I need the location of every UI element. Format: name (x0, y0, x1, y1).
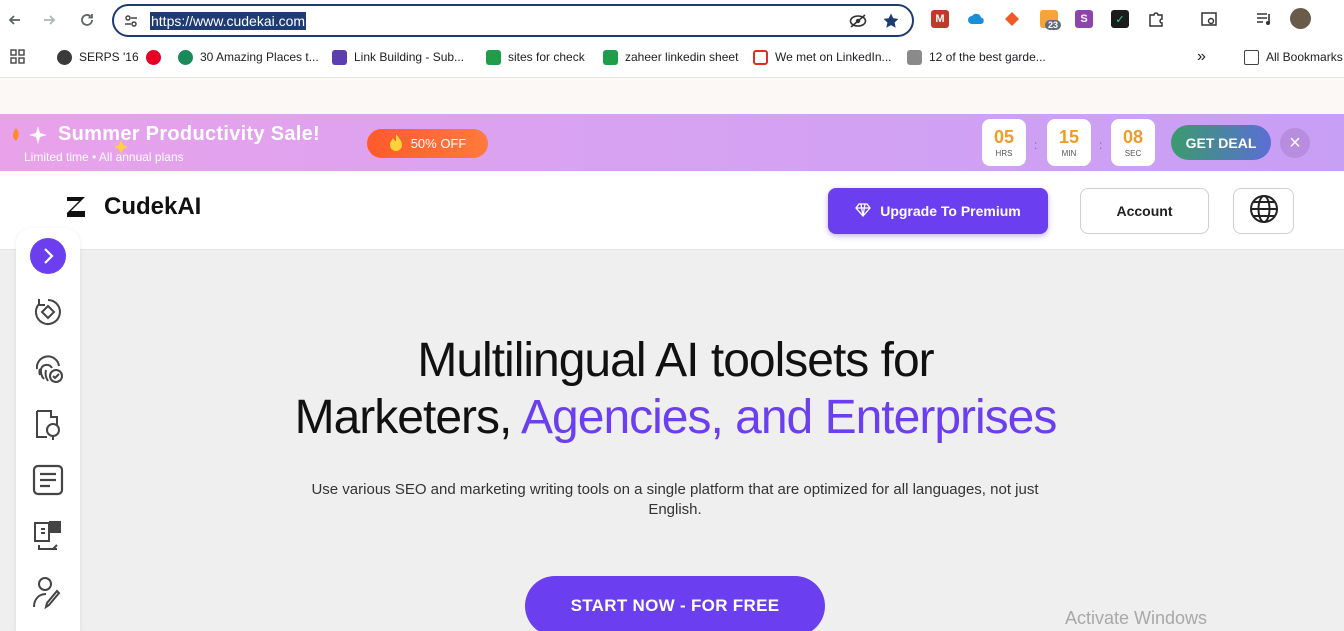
sheets-favicon-icon (486, 49, 501, 65)
puzzle-icon[interactable] (1147, 10, 1165, 28)
countdown-seconds: 08 SEC (1111, 119, 1155, 166)
hero-heading-accent: Agencies, and Enterprises (521, 391, 1057, 444)
bookmark-item[interactable]: We met on LinkedIn... (753, 48, 892, 66)
countdown-value: 08 (1122, 127, 1144, 147)
bookmark-star-icon[interactable] (882, 12, 900, 35)
rotate-diamond-icon (31, 295, 65, 334)
language-button[interactable] (1233, 188, 1294, 234)
profile-avatar[interactable] (1290, 8, 1311, 29)
forward-icon[interactable] (37, 8, 61, 32)
sidebar-item-summarizer[interactable] (26, 460, 70, 504)
bookmark-item[interactable]: zaheer linkedin sheet (603, 48, 738, 66)
sidebar-item-converter[interactable] (26, 516, 70, 560)
bookmark-item[interactable]: SERPS '16 (57, 48, 139, 66)
address-bar[interactable]: https://www.cudekai.com (112, 4, 914, 37)
media-control-icon[interactable] (1255, 10, 1273, 28)
discount-label: 50% OFF (410, 136, 467, 151)
hero-heading-line1: Multilingual AI toolsets for (417, 334, 934, 387)
browser-chrome: https://www.cudekai.com M 23 S ✓ SERPS '… (0, 0, 1344, 78)
s-extension-icon[interactable]: S (1075, 10, 1093, 28)
bookmark-label: SERPS '16 (79, 50, 139, 64)
countdown-unit: HRS (995, 149, 1013, 158)
folder-icon (1244, 49, 1259, 65)
user-pen-icon (31, 575, 65, 614)
sidebar-item-writer[interactable] (26, 572, 70, 616)
file-convert-icon (31, 519, 65, 558)
close-icon[interactable]: × (1280, 128, 1310, 158)
diamond-icon (855, 202, 872, 220)
countdown-unit: SEC (1124, 149, 1142, 158)
sidebar-item-paraphrase[interactable] (26, 292, 70, 336)
countdown-value: 15 (1058, 127, 1080, 147)
flame-icon (389, 133, 403, 154)
countdown-separator: : (1099, 138, 1103, 152)
bookmarks-overflow[interactable]: » (1197, 48, 1206, 66)
bookmark-item[interactable]: 12 of the best garde... (907, 48, 1046, 66)
activate-windows-watermark: Activate Windows (1065, 608, 1208, 628)
site-settings-icon[interactable] (124, 14, 138, 33)
countdown-unit: MIN (1061, 149, 1077, 158)
top-strip (0, 78, 1344, 114)
bookmark-item[interactable]: sites for check (486, 48, 585, 66)
start-free-button[interactable]: START NOW - FOR FREE (525, 576, 825, 631)
countdown-hours: 05 HRS (982, 119, 1026, 166)
all-bookmarks[interactable]: All Bookmarks (1244, 48, 1343, 66)
back-icon[interactable] (3, 8, 27, 32)
upgrade-premium-button[interactable]: Upgrade To Premium (828, 188, 1048, 234)
bookmark-label: sites for check (508, 50, 585, 64)
tab-search-icon[interactable] (1200, 10, 1218, 28)
globe-favicon-icon (57, 49, 72, 65)
countdown-separator: : (1034, 138, 1038, 152)
pinterest-favicon-icon (146, 49, 161, 65)
upgrade-label: Upgrade To Premium (880, 203, 1021, 219)
bookmark-label: We met on LinkedIn... (775, 50, 892, 64)
forms-favicon-icon (332, 49, 347, 65)
globe-icon (1249, 194, 1279, 229)
gmail-favicon-icon (753, 49, 768, 65)
badge-extension-icon[interactable]: 23 (1040, 10, 1062, 30)
star-icon (114, 140, 128, 159)
bookmark-label: zaheer linkedin sheet (625, 50, 739, 64)
all-bookmarks-label: All Bookmarks (1266, 50, 1343, 64)
orange-extension-icon[interactable] (1003, 10, 1021, 28)
site-header: CudekAI Upgrade To Premium Account (0, 171, 1344, 250)
cudekai-logo-icon[interactable] (65, 195, 87, 219)
brand-name[interactable]: CudekAI (104, 193, 201, 221)
chevron-right-icon (30, 237, 66, 279)
discount-badge: 50% OFF (367, 129, 488, 158)
expand-sidebar-button[interactable] (26, 236, 70, 280)
countdown-minutes: 15 MIN (1047, 119, 1091, 166)
promo-banner: Summer Productivity Sale! Limited time •… (0, 114, 1344, 171)
bookmark-item[interactable]: 30 Amazing Places t... (178, 48, 319, 66)
check-extension-icon[interactable]: ✓ (1111, 10, 1129, 28)
account-button[interactable]: Account (1080, 188, 1209, 234)
promo-subtitle: Limited time • All annual plans (24, 150, 184, 164)
text-document-icon (31, 463, 65, 502)
extension-red-icon[interactable]: M (931, 10, 949, 28)
hero-heading-line2: Marketers, Agencies, and Enterprises (0, 390, 1344, 445)
sparkle-icon (8, 124, 50, 153)
eye-off-icon[interactable] (849, 13, 867, 34)
reload-icon[interactable] (75, 8, 99, 32)
get-deal-button[interactable]: GET DEAL (1171, 125, 1271, 160)
url-text[interactable]: https://www.cudekai.com (150, 12, 307, 30)
extension-badge: 23 (1045, 20, 1062, 30)
bookmark-label: 30 Amazing Places t... (200, 50, 319, 64)
bookmark-label: Link Building - Sub... (354, 50, 465, 64)
bookmark-item[interactable]: Link Building - Sub... (332, 48, 464, 66)
apps-grid-icon[interactable] (10, 49, 25, 69)
web-page: Summer Productivity Sale! Limited time •… (0, 78, 1344, 631)
bookmark-item[interactable] (146, 48, 168, 66)
cloud-extension-icon[interactable] (967, 10, 985, 28)
countdown-value: 05 (993, 127, 1015, 147)
image-favicon-icon (907, 49, 922, 65)
promo-title: Summer Productivity Sale! (58, 123, 321, 145)
sheets-favicon-icon (603, 49, 618, 65)
bookmark-label: 12 of the best garde... (929, 50, 1046, 64)
globe-favicon-icon (178, 49, 193, 65)
hero-heading-plain: Marketers, (294, 391, 522, 444)
hero-description: Use various SEO and marketing writing to… (311, 481, 1039, 518)
